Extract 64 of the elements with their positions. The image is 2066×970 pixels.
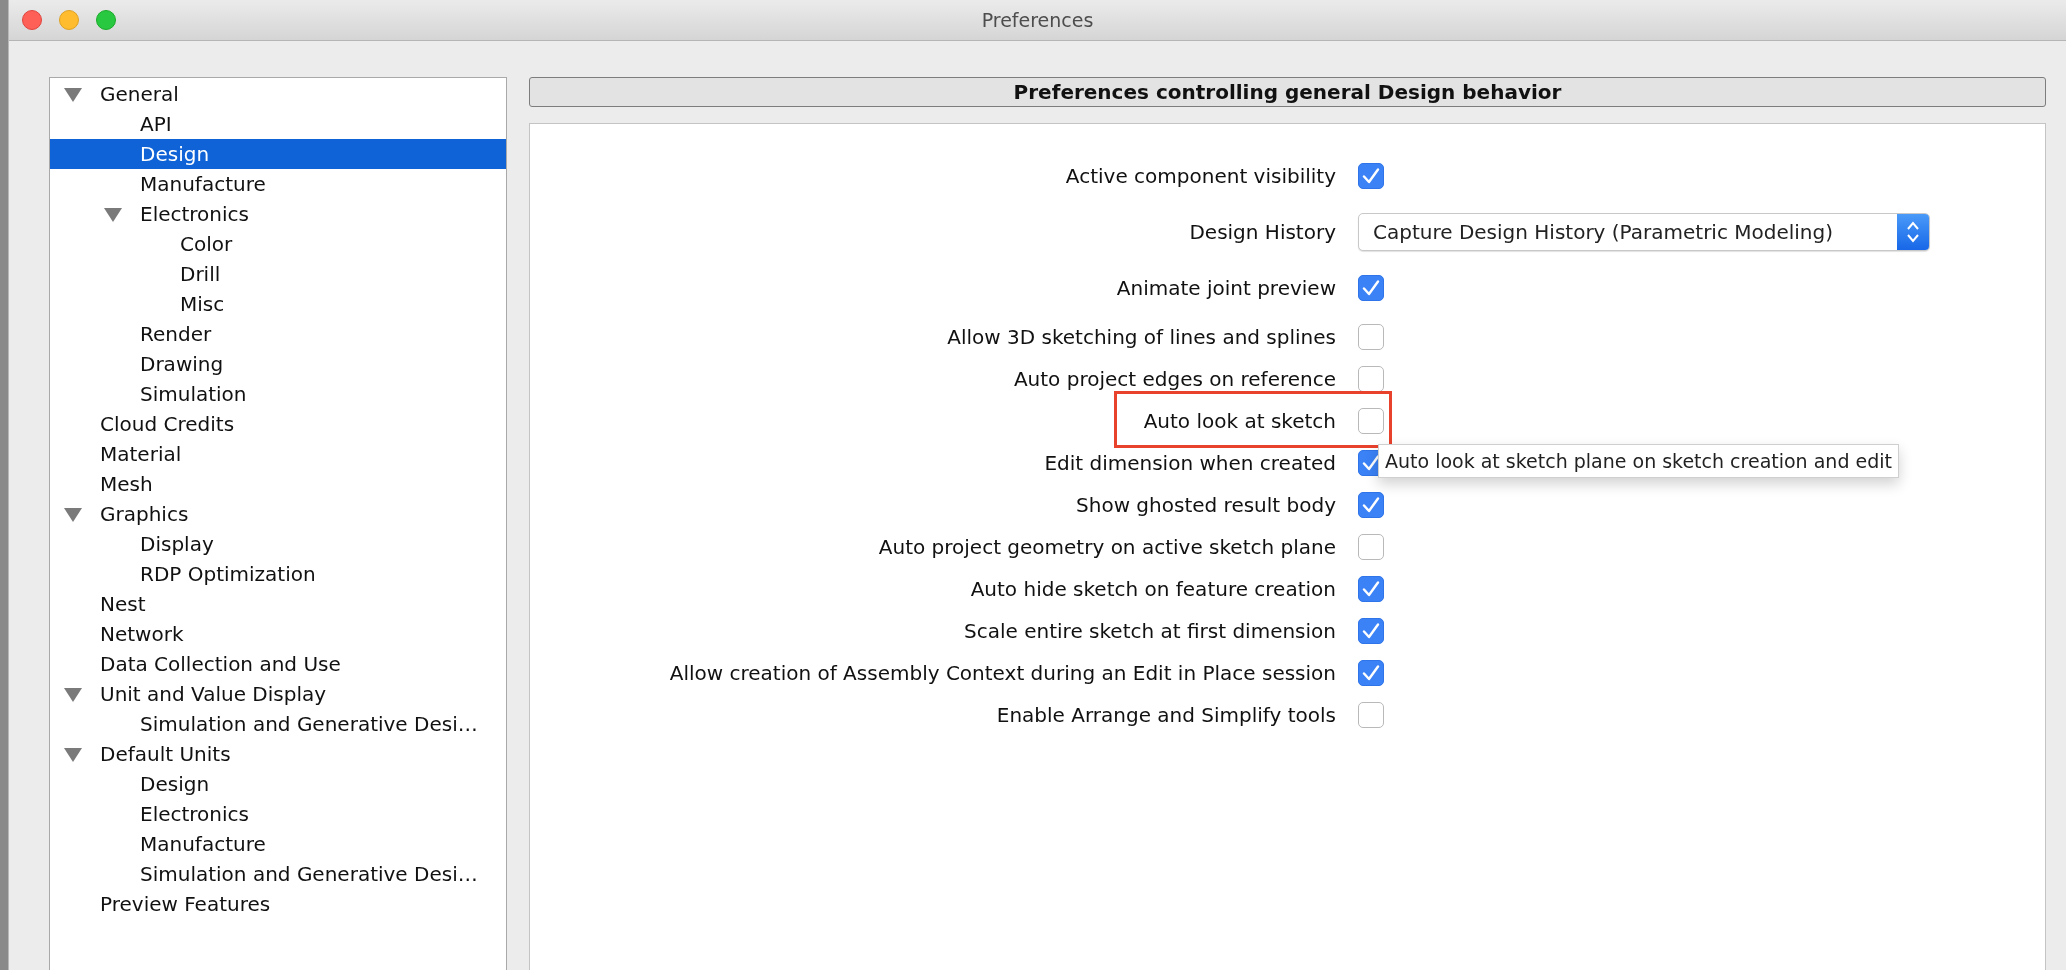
panel-header: Preferences controlling general Design behavior	[529, 77, 2046, 107]
expand-triangle-icon[interactable]	[64, 88, 82, 102]
tree-item[interactable]: Simulation	[50, 379, 506, 409]
tree-item[interactable]: Drawing	[50, 349, 506, 379]
tree-item[interactable]: Misc	[50, 289, 506, 319]
setting-label: Enable Arrange and Simplify tools	[995, 703, 1336, 727]
expand-triangle-icon[interactable]	[64, 688, 82, 702]
setting-label: Allow creation of Assembly Context during an Edit in Place session	[668, 661, 1336, 685]
checkbox[interactable]	[1358, 618, 1384, 644]
tree-item[interactable]: Simulation and Generative Desi…	[50, 709, 506, 739]
tree-item[interactable]: RDP Optimization	[50, 559, 506, 589]
setting-label: Active component visibility	[1064, 164, 1336, 188]
tree-item[interactable]: Manufacture	[50, 169, 506, 199]
checkbox[interactable]	[1358, 275, 1384, 301]
checkbox[interactable]	[1358, 534, 1384, 560]
setting-label: Auto hide sketch on feature creation	[969, 577, 1336, 601]
tree-item[interactable]: Material	[50, 439, 506, 469]
expand-triangle-icon[interactable]	[64, 748, 82, 762]
checkbox[interactable]	[1358, 366, 1384, 392]
expand-triangle-icon[interactable]	[64, 508, 82, 522]
tree-item[interactable]: Design	[50, 769, 506, 799]
checkbox[interactable]	[1358, 492, 1384, 518]
setting-label: Show ghosted result body	[1075, 493, 1336, 517]
setting-label: Auto look at sketch	[1142, 409, 1336, 433]
tree-item[interactable]: Design	[50, 139, 506, 169]
checkbox[interactable]	[1358, 702, 1384, 728]
stepper-arrows-icon	[1906, 220, 1920, 244]
tree-item[interactable]: Electronics	[50, 799, 506, 829]
tree-item[interactable]: API	[50, 109, 506, 139]
setting-label: Design History	[1188, 220, 1336, 244]
setting-label: Edit dimension when created	[1043, 451, 1336, 475]
checkbox[interactable]	[1358, 324, 1384, 350]
tree-item[interactable]: Data Collection and Use	[50, 649, 506, 679]
tree-item[interactable]: General	[50, 79, 506, 109]
checkbox[interactable]	[1358, 660, 1384, 686]
setting-label: Animate joint preview	[1115, 276, 1336, 300]
tree-item[interactable]: Mesh	[50, 469, 506, 499]
tree-item[interactable]: Manufacture	[50, 829, 506, 859]
expand-triangle-icon[interactable]	[104, 208, 122, 222]
design-history-dropdown[interactable]: Capture Design History (Parametric Modeling)	[1358, 213, 1930, 251]
tree-item[interactable]: Default Units	[50, 739, 506, 769]
setting-label: Scale entire sketch at first dimension	[963, 619, 1336, 643]
tree-item[interactable]: Nest	[50, 589, 506, 619]
tree-item[interactable]: Network	[50, 619, 506, 649]
tree-item[interactable]: Display	[50, 529, 506, 559]
tree-item[interactable]: Electronics	[50, 199, 506, 229]
tree-item[interactable]: Simulation and Generative Desi…	[50, 859, 506, 889]
setting-label: Auto project edges on reference	[1012, 367, 1336, 391]
setting-label: Auto project geometry on active sketch plane	[877, 535, 1336, 559]
checkbox[interactable]	[1358, 163, 1384, 189]
tree-item[interactable]: Unit and Value Display	[50, 679, 506, 709]
tree-item[interactable]: Cloud Credits	[50, 409, 506, 439]
tree-item[interactable]: Render	[50, 319, 506, 349]
checkbox[interactable]	[1358, 408, 1384, 434]
tooltip: Auto look at sketch plane on sketch creation and edit	[1378, 444, 1899, 478]
close-button[interactable]	[22, 10, 42, 30]
tree-item[interactable]: Color	[50, 229, 506, 259]
tree-item[interactable]: Graphics	[50, 499, 506, 529]
setting-label: Allow 3D sketching of lines and splines	[946, 325, 1336, 349]
checkbox[interactable]	[1358, 576, 1384, 602]
zoom-button[interactable]	[96, 10, 116, 30]
tree-item[interactable]: Preview Features	[50, 889, 506, 919]
window-title: Preferences	[981, 9, 1094, 31]
tree-item[interactable]: Drill	[50, 259, 506, 289]
